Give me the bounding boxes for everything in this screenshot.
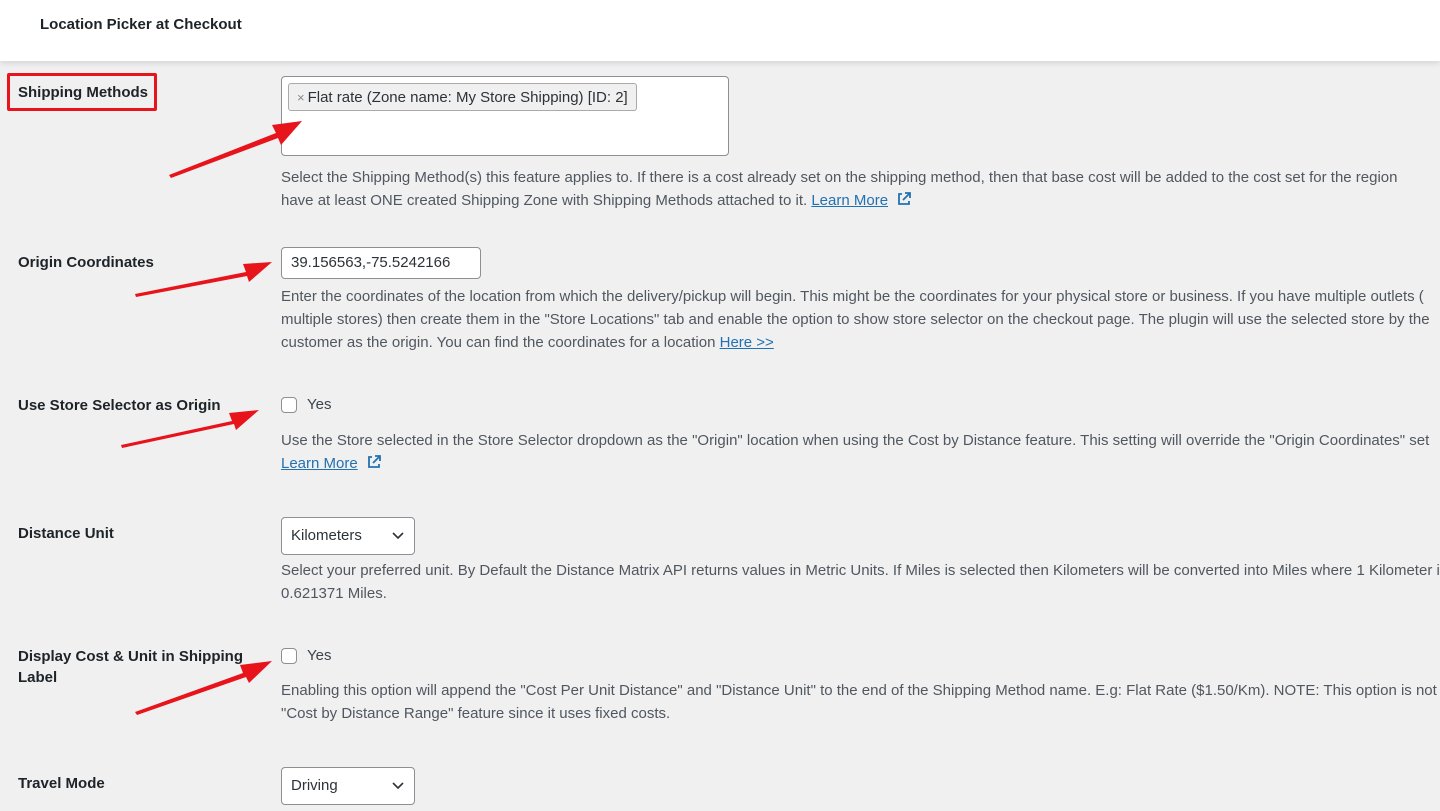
origin-coordinates-label: Origin Coordinates	[18, 254, 154, 271]
chevron-down-icon	[392, 782, 404, 790]
shipping-methods-description: Select the Shipping Method(s) this featu…	[281, 166, 1440, 212]
display-cost-label: Display Cost & Unit in Shipping Label	[18, 646, 243, 688]
desc-line: Use the Store selected in the Store Sele…	[281, 432, 1430, 449]
desc-line: 0.621371 Miles.	[281, 585, 387, 602]
learn-more-link[interactable]: Learn More	[811, 192, 888, 209]
desc-text: have at least ONE created Shipping Zone …	[281, 192, 808, 209]
external-link-icon	[898, 192, 912, 205]
store-selector-description: Use the Store selected in the Store Sele…	[281, 429, 1440, 475]
store-selector-checkbox[interactable]	[281, 397, 297, 413]
travel-mode-select[interactable]: Driving	[281, 767, 415, 805]
desc-line: have at least ONE created Shipping Zone …	[281, 189, 1440, 212]
distance-unit-description: Select your preferred unit. By Default t…	[281, 559, 1440, 605]
tag-label: Flat rate (Zone name: My Store Shipping)…	[307, 88, 628, 106]
page-title: Location Picker at Checkout	[40, 16, 242, 33]
shipping-methods-label: Shipping Methods	[18, 84, 148, 101]
here-link[interactable]: Here >>	[720, 334, 774, 351]
select-value: Kilometers	[291, 527, 362, 544]
store-selector-checkbox-label[interactable]: Yes	[307, 396, 331, 413]
desc-text: customer as the origin. You can find the…	[281, 334, 716, 351]
chevron-down-icon	[392, 532, 404, 540]
select-value: Driving	[291, 777, 338, 794]
store-selector-label: Use Store Selector as Origin	[18, 397, 221, 414]
desc-line: Select the Shipping Method(s) this featu…	[281, 169, 1398, 186]
desc-line: Enabling this option will append the "Co…	[281, 682, 1440, 699]
label-line: Label	[18, 669, 58, 686]
shipping-methods-multiselect[interactable]: × Flat rate (Zone name: My Store Shippin…	[281, 76, 729, 156]
distance-unit-select[interactable]: Kilometers	[281, 517, 415, 555]
learn-more-link[interactable]: Learn More	[281, 455, 358, 472]
label-line: Display Cost & Unit in Shipping	[18, 648, 243, 665]
origin-coordinates-description: Enter the coordinates of the location fr…	[281, 285, 1440, 354]
distance-unit-label: Distance Unit	[18, 525, 114, 542]
desc-line: Learn More	[281, 452, 1440, 475]
desc-line: Select your preferred unit. By Default t…	[281, 562, 1440, 579]
desc-line: "Cost by Distance Range" feature since i…	[281, 705, 671, 722]
selected-shipping-method-tag: × Flat rate (Zone name: My Store Shippin…	[288, 83, 637, 111]
page-header: Location Picker at Checkout	[0, 0, 1440, 61]
travel-mode-label: Travel Mode	[18, 775, 105, 792]
remove-tag-icon[interactable]: ×	[297, 90, 305, 105]
desc-line: customer as the origin. You can find the…	[281, 331, 1440, 354]
display-cost-checkbox-label[interactable]: Yes	[307, 647, 331, 664]
annotation-arrow	[135, 262, 272, 297]
external-link-icon	[367, 455, 381, 468]
display-cost-checkbox[interactable]	[281, 648, 297, 664]
desc-line: Enter the coordinates of the location fr…	[281, 288, 1424, 305]
origin-coordinates-input[interactable]: 39.156563,-75.5242166	[281, 247, 481, 279]
desc-line: multiple stores) then create them in the…	[281, 311, 1430, 328]
display-cost-description: Enabling this option will append the "Co…	[281, 679, 1440, 725]
